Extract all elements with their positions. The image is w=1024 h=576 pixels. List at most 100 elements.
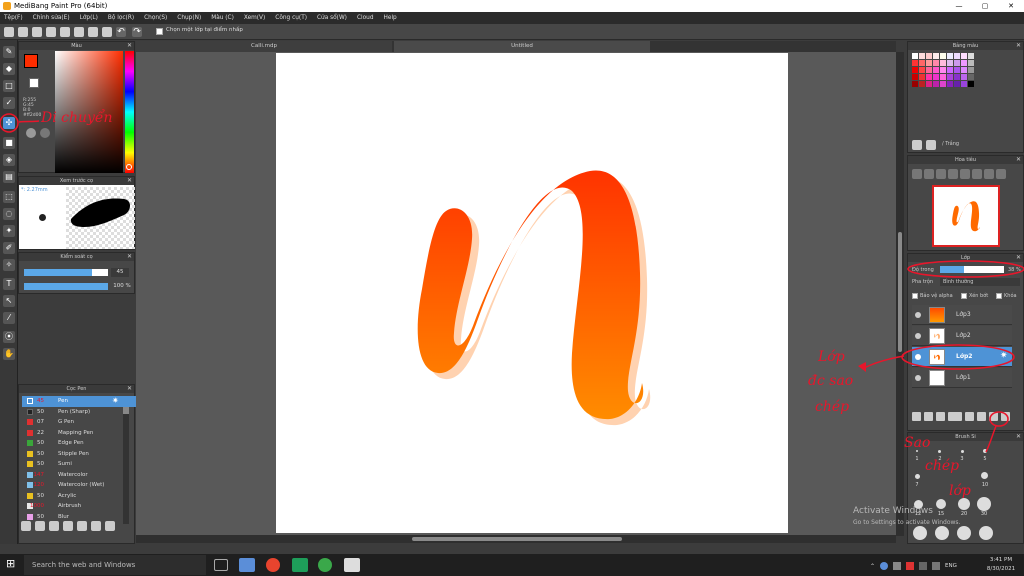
rotate-right-icon[interactable] (984, 169, 994, 179)
brush-size-15[interactable] (936, 499, 946, 509)
layer-row[interactable]: Lớp3 (912, 305, 1012, 325)
layer-row[interactable]: Lớp2 (912, 326, 1012, 346)
gradient-tool-icon[interactable]: ▤ (3, 171, 15, 183)
hue-slider[interactable] (125, 51, 134, 173)
menu-window[interactable]: Cửa sổ(W) (317, 15, 347, 21)
brush-list-item[interactable]: 50 Stipple Pen (22, 449, 142, 460)
brush-list-item[interactable]: 147 Watercolor (22, 470, 142, 481)
add-brush-icon[interactable] (49, 521, 59, 531)
brush-list-item[interactable]: 22 Mapping Pen (22, 428, 142, 439)
menu-tools[interactable]: Công cụ(T) (275, 15, 307, 21)
brush-list-item[interactable]: 1000 Airbrush (22, 501, 142, 512)
duplicate-layer-icon[interactable] (1001, 412, 1010, 421)
menu-color[interactable]: Màu (C) (211, 15, 234, 21)
close-icon[interactable]: ✕ (1016, 254, 1021, 262)
operation-tool-icon[interactable]: ↖ (3, 295, 15, 307)
visibility-icon[interactable] (915, 312, 921, 318)
color-mode-icon[interactable] (26, 128, 36, 138)
layer-row[interactable]: Lớp1 (912, 368, 1012, 388)
close-icon[interactable]: ✕ (127, 177, 132, 185)
swatch-add-icon[interactable] (912, 140, 922, 150)
tab-calli[interactable]: Calli.mdp (136, 41, 392, 52)
blend-mode-select[interactable]: Bình thường (940, 278, 1020, 286)
eraser-tool-icon[interactable]: ◆ (3, 63, 15, 75)
brush-size-7[interactable] (915, 474, 920, 479)
clipping-checkbox[interactable] (961, 293, 967, 299)
dropper-tool-icon[interactable]: ⦿ (3, 331, 15, 343)
select-tool-icon[interactable]: ⬚ (3, 191, 15, 203)
brush-list-item[interactable]: 50 Pen (Sharp) (22, 407, 142, 418)
close-icon[interactable]: ✕ (127, 42, 132, 50)
undo-icon[interactable]: ↶ (116, 27, 126, 37)
brush-list-item[interactable]: 50 Edge Pen (22, 438, 142, 449)
copy-brush-icon[interactable] (63, 521, 73, 531)
folder-icon[interactable] (77, 521, 87, 531)
rectangle-tool-icon[interactable]: □ (3, 80, 15, 92)
taskbar-search[interactable]: Search the web and Windows (24, 555, 206, 575)
brush-size-slider[interactable] (24, 269, 108, 276)
brush-size-3[interactable] (961, 450, 964, 453)
panel-icon[interactable] (88, 27, 98, 37)
tile-icon[interactable] (74, 27, 84, 37)
new-8bit-layer-icon[interactable] (936, 412, 945, 421)
navigator-preview[interactable] (932, 185, 1000, 247)
new-brush-icon[interactable] (35, 521, 45, 531)
reset-rotation-icon[interactable] (996, 169, 1006, 179)
brush-list-item[interactable]: 50 Acrylic (22, 491, 142, 502)
select-eraser-icon[interactable]: ✧ (3, 259, 15, 271)
drawing-canvas[interactable] (276, 53, 788, 533)
add-layer-menu-icon[interactable] (948, 412, 962, 421)
brush-size-30[interactable] (977, 497, 991, 511)
visibility-icon[interactable] (915, 354, 921, 360)
brush-size-large[interactable] (935, 526, 949, 540)
eyedropper-tool-icon[interactable]: ⁄ (3, 312, 15, 324)
settings-icon[interactable] (91, 521, 101, 531)
menu-snap[interactable]: Chụp(N) (177, 15, 201, 21)
brush-size-value[interactable]: 45 (111, 268, 129, 277)
tray-language[interactable]: ENG (945, 563, 957, 569)
close-icon[interactable]: ✕ (1016, 156, 1021, 164)
protect-alpha-checkbox[interactable] (912, 293, 918, 299)
close-icon[interactable]: ✕ (127, 253, 132, 261)
visibility-icon[interactable] (915, 375, 921, 381)
zalo-icon[interactable] (239, 558, 255, 572)
hue-handle[interactable] (126, 164, 132, 170)
upload-icon[interactable] (21, 521, 31, 531)
fill-rect-tool-icon[interactable]: ■ (3, 137, 15, 149)
cloud-icon[interactable] (4, 27, 14, 37)
check-tool-icon[interactable]: ✓ (3, 97, 15, 109)
grid-icon[interactable] (60, 27, 70, 37)
app-green-icon[interactable] (292, 558, 308, 572)
tray-app-icon[interactable] (880, 562, 889, 570)
fit-icon[interactable] (936, 169, 946, 179)
close-icon[interactable]: ✕ (1016, 433, 1021, 441)
tray-battery-icon[interactable] (919, 562, 928, 570)
menu-help[interactable]: Help (384, 15, 397, 21)
actual-size-icon[interactable] (948, 169, 958, 179)
snap-select-checkbox[interactable] (156, 28, 163, 35)
move-tool-icon[interactable]: ✣ (3, 117, 15, 129)
medibang-taskbar-icon[interactable] (344, 558, 360, 572)
minimize-button[interactable]: — (946, 0, 972, 12)
lasso-tool-icon[interactable]: ◌ (3, 208, 15, 220)
brush-list-item[interactable]: 50 Sumi (22, 459, 142, 470)
visibility-icon[interactable] (915, 333, 921, 339)
foreground-color-swatch[interactable] (24, 54, 38, 68)
brush-opacity-value[interactable]: 100 % (111, 282, 133, 291)
maximize-button[interactable]: ▢ (972, 0, 998, 12)
close-button[interactable]: ✕ (998, 0, 1024, 12)
brush-size-large[interactable] (957, 526, 971, 540)
new-layer-icon[interactable] (912, 412, 921, 421)
chrome-icon[interactable] (266, 558, 280, 572)
task-view-icon[interactable] (214, 559, 228, 571)
layer-folder-icon[interactable] (977, 412, 986, 421)
flip-icon[interactable] (960, 169, 970, 179)
hand-tool-icon[interactable]: ✋ (3, 348, 15, 360)
merge-down-icon[interactable] (965, 412, 974, 421)
gear-icon[interactable]: ✷ (1000, 351, 1008, 361)
background-color-swatch[interactable] (29, 78, 39, 88)
brush-size-2[interactable] (938, 450, 941, 453)
menu-layer[interactable]: Lớp(L) (80, 15, 98, 21)
redo-icon[interactable]: ↷ (132, 27, 142, 37)
brush-list-item[interactable]: 07 G Pen (22, 417, 142, 428)
